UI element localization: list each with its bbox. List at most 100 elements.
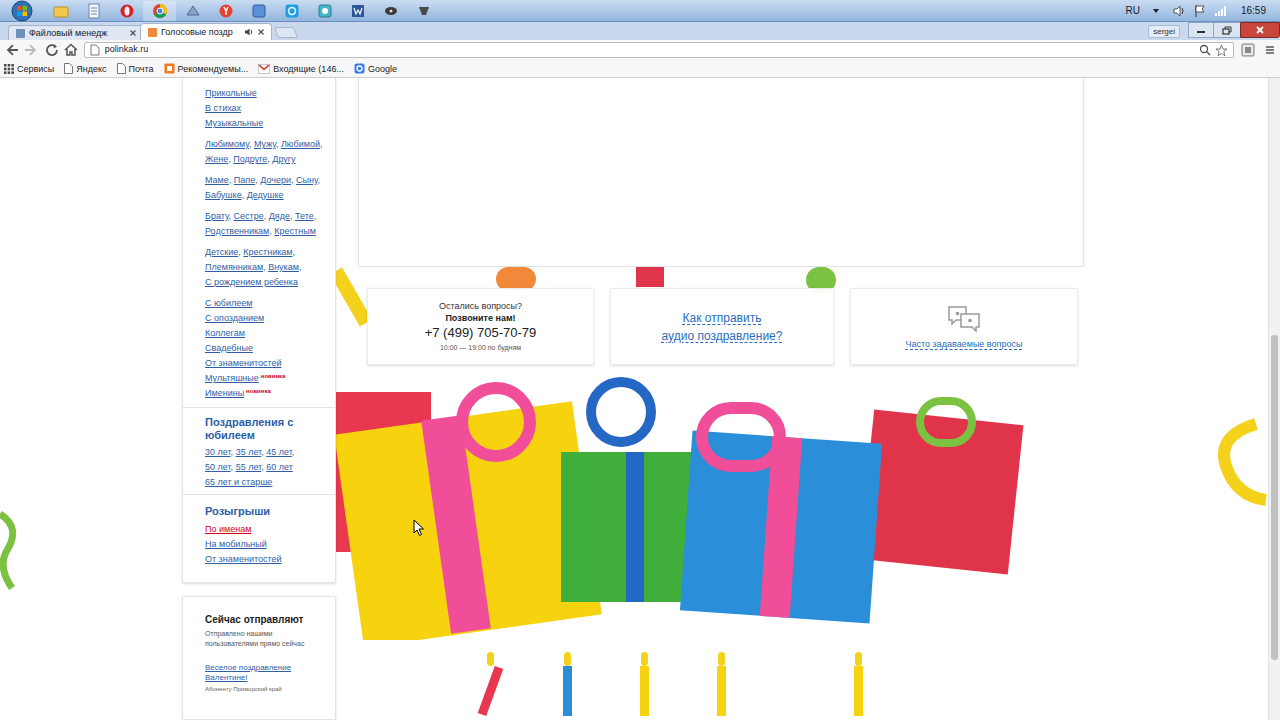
faq-link[interactable]: Часто задаваемые вопросы — [906, 338, 1023, 350]
sidebar-link[interactable]: Прикольные — [205, 88, 257, 98]
section-title[interactable]: Розыгрыши — [205, 505, 315, 518]
sidebar-link[interactable]: Крестным — [274, 226, 316, 236]
new-tab-button[interactable] — [274, 27, 298, 38]
sidebar-link[interactable]: 35 лет — [236, 447, 262, 457]
sidebar-link[interactable]: С рождением ребенка — [205, 277, 298, 287]
phone-number[interactable]: +7 (499) 705-70-79 — [425, 324, 537, 342]
sidebar-link[interactable]: Дяде — [269, 211, 290, 221]
bookmark-label[interactable]: Google — [368, 63, 397, 75]
sidebar-link[interactable]: Музыкальные — [205, 118, 263, 128]
home-icon[interactable] — [63, 42, 79, 58]
taskbar-button[interactable] — [176, 1, 209, 21]
sidebar-link[interactable]: Маме — [205, 175, 229, 185]
taskbar-button[interactable] — [407, 1, 440, 21]
speaker-icon[interactable] — [1172, 4, 1186, 18]
sidebar-link[interactable]: 30 лет — [205, 447, 231, 457]
howto-card[interactable]: Как отправитьаудио поздравление? — [610, 288, 834, 365]
sidebar-link[interactable]: Детские — [205, 247, 238, 257]
sidebar-link[interactable]: Подруге — [233, 154, 267, 164]
sidebar-link[interactable]: Брату — [205, 211, 229, 221]
sidebar-link[interactable]: Крестникам — [243, 247, 292, 257]
browser-tab[interactable]: Файловый менедж — [8, 25, 144, 40]
taskbar-button[interactable] — [374, 1, 407, 21]
maximize-button[interactable] — [1214, 22, 1240, 38]
scrollbar[interactable] — [1268, 78, 1280, 720]
sidebar-link[interactable]: Любимому — [205, 139, 249, 149]
howto-link[interactable]: аудио поздравление? — [662, 327, 783, 345]
sidebar-link[interactable]: Любимой — [281, 139, 320, 149]
profile-button[interactable]: sergei — [1148, 25, 1180, 38]
sidebar-link[interactable]: Жене — [205, 154, 228, 164]
sidebar-link[interactable]: 50 лет — [205, 462, 231, 472]
sidebar-link[interactable]: От знаменитостей — [205, 554, 282, 564]
taskbar-button[interactable] — [110, 1, 143, 21]
show-hidden-icons-icon[interactable] — [1152, 7, 1160, 15]
sidebar-link[interactable]: Свадебные — [205, 343, 253, 353]
flag-icon[interactable] — [1193, 4, 1207, 18]
sidebar-link[interactable]: Бабушке — [205, 190, 242, 200]
taskbar-button[interactable] — [77, 1, 110, 21]
forward-icon[interactable] — [23, 42, 39, 58]
sidebar-link[interactable]: По именам — [205, 524, 251, 534]
minimize-button[interactable] — [1188, 22, 1214, 38]
bookmark[interactable]: Google — [354, 63, 397, 75]
sidebar-link[interactable]: От знаменитостей — [205, 358, 282, 368]
sidebar-link[interactable]: С опозданием — [205, 313, 264, 323]
close-tab-icon[interactable] — [257, 28, 265, 36]
taskbar-button[interactable] — [308, 1, 341, 21]
start-button[interactable] — [0, 0, 44, 22]
sidebar-link[interactable]: В стихах — [205, 103, 241, 113]
sidebar-link[interactable]: 45 лет — [266, 447, 292, 457]
address-bar[interactable]: polinkak.ru — [84, 42, 1234, 58]
taskbar-button[interactable] — [242, 1, 275, 21]
menu-icon[interactable] — [1264, 44, 1276, 56]
sidebar-link[interactable]: Мужу — [254, 139, 276, 149]
bookmark-label[interactable]: Яндекс — [76, 63, 106, 75]
taskbar-button[interactable] — [143, 1, 176, 21]
sidebar-link[interactable]: Дедушке — [247, 190, 284, 200]
bookmark[interactable]: Рекомендуемы... — [164, 63, 249, 75]
bookmark[interactable]: Яндекс — [64, 63, 106, 75]
bookmark-label[interactable]: Входящие (146... — [273, 63, 344, 75]
sidebar-link[interactable]: 60 лет — [266, 462, 293, 472]
network-icon[interactable] — [1213, 4, 1227, 18]
bookmark[interactable]: Почта — [117, 63, 154, 75]
sidebar-link[interactable]: Внукам — [268, 262, 299, 272]
sidebar-link[interactable]: Сестре — [234, 211, 264, 221]
sidebar-link[interactable]: Папе — [234, 175, 255, 185]
back-icon[interactable] — [4, 42, 20, 58]
language-indicator[interactable]: RU — [1122, 3, 1144, 18]
sent-link[interactable]: Веселое поздравление Валентине! — [205, 663, 305, 683]
tab-title[interactable]: Файловый менедж — [29, 27, 123, 39]
sidebar-link[interactable]: Другу — [272, 154, 295, 164]
star-icon[interactable] — [1215, 44, 1228, 57]
sidebar-link[interactable]: Племянникам — [205, 262, 263, 272]
bookmark[interactable]: Сервисы — [4, 63, 54, 75]
howto-link[interactable]: Как отправить — [683, 309, 762, 327]
sidebar-link[interactable]: Дочери — [260, 175, 291, 185]
scrollbar-thumb[interactable] — [1271, 335, 1278, 660]
url-text[interactable]: polinkak.ru — [105, 43, 149, 57]
taskbar-button[interactable] — [209, 1, 242, 21]
sidebar-link[interactable]: Коллегам — [205, 328, 245, 338]
reload-icon[interactable] — [44, 42, 60, 58]
sidebar-link[interactable]: С юбилеем — [205, 298, 252, 308]
sidebar-link[interactable]: Сыну — [296, 175, 318, 185]
clock[interactable]: 16:59 — [1241, 3, 1266, 18]
tab-title[interactable]: Голосовые поздр — [161, 26, 241, 38]
sidebar-link[interactable]: Тете — [295, 211, 314, 221]
close-window-button[interactable] — [1240, 22, 1280, 38]
bookmark[interactable]: Входящие (146... — [258, 63, 344, 75]
zoom-icon[interactable] — [1199, 44, 1211, 56]
sidebar-link[interactable]: Мультяшные — [205, 373, 259, 383]
sidebar-link[interactable]: Именины — [205, 388, 244, 398]
browser-tab[interactable]: Голосовые поздр — [140, 23, 272, 40]
taskbar-button[interactable] — [341, 1, 374, 21]
sidebar-link[interactable]: 55 лет — [236, 462, 262, 472]
sidebar-link[interactable]: 65 лет и старше — [205, 477, 272, 487]
close-tab-icon[interactable] — [129, 29, 137, 37]
sidebar-link[interactable]: Родственникам — [205, 226, 269, 236]
bookmark-label[interactable]: Сервисы — [17, 63, 54, 75]
extension-icon[interactable] — [1241, 43, 1255, 57]
bookmark-label[interactable]: Почта — [129, 63, 154, 75]
